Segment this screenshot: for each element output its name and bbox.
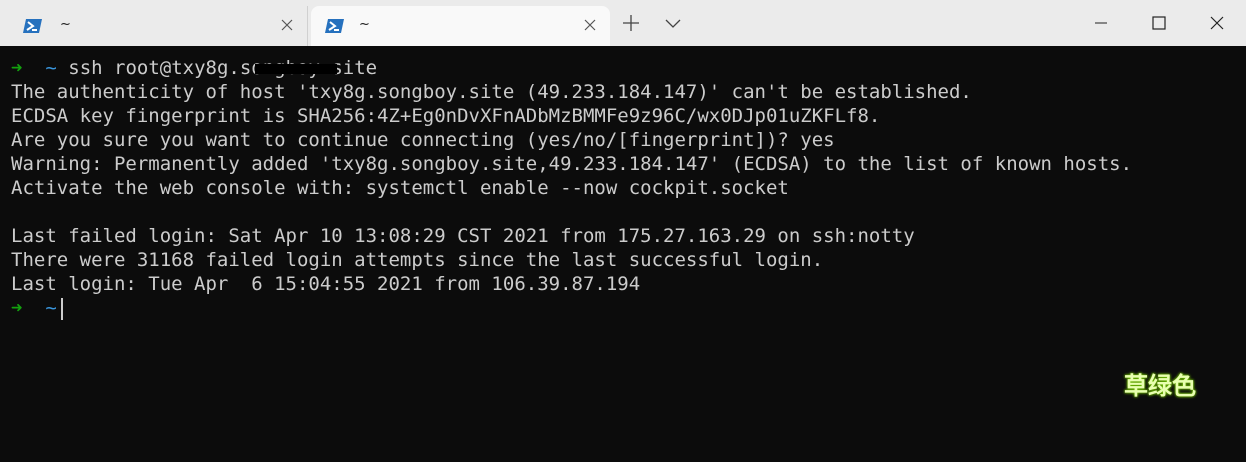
- output-line: ECDSA key fingerprint is SHA256:4Z+Eg0nD…: [11, 105, 881, 127]
- powershell-icon: [23, 19, 42, 33]
- close-tab-icon[interactable]: [582, 17, 598, 33]
- tab-2[interactable]: ~: [311, 6, 610, 46]
- prompt-dir: ~: [45, 297, 57, 319]
- output-line: Warning: Permanently added 'txy8g.songbo…: [11, 153, 1133, 175]
- output-line: The authenticity of host 'txy8g.songboy.…: [11, 81, 972, 103]
- close-tab-icon[interactable]: [279, 17, 295, 33]
- redaction-mark: [255, 64, 337, 74]
- tab-title: ~: [60, 17, 71, 32]
- output-line: Last failed login: Sat Apr 10 13:08:29 C…: [11, 225, 915, 247]
- terminal-area[interactable]: ➜ ~ ssh root@txy8g.songboy.site The auth…: [1, 46, 1245, 461]
- output-line: Are you sure you want to continue connec…: [11, 129, 835, 151]
- output-line: Last login: Tue Apr 6 15:04:55 2021 from…: [11, 273, 641, 295]
- text-cursor: [60, 297, 63, 320]
- prompt-arrow: ➜: [11, 57, 23, 79]
- output-line: Activate the web console with: systemctl…: [11, 177, 789, 199]
- tab-title: ~: [359, 17, 370, 32]
- terminal-output: ➜ ~ ssh root@txy8g.songboy.site The auth…: [11, 56, 1132, 320]
- minimize-icon: [1095, 22, 1107, 24]
- output-line: There were 31168 failed login attempts s…: [11, 249, 824, 271]
- powershell-icon: [325, 19, 344, 33]
- prompt-dir: ~: [45, 57, 57, 79]
- minimize-button[interactable]: [1072, 0, 1130, 46]
- tab-dropdown-button[interactable]: [660, 10, 686, 36]
- tab-1[interactable]: ~: [0, 6, 308, 46]
- terminal-window: ~ ~ ➜ ~ ssh root@txy8g.songboy.site The …: [0, 0, 1246, 462]
- close-button[interactable]: [1188, 0, 1246, 46]
- prompt-arrow: ➜: [11, 297, 23, 319]
- maximize-icon: [1152, 16, 1166, 30]
- close-icon: [1210, 16, 1224, 30]
- maximize-button[interactable]: [1130, 0, 1188, 46]
- command-line: ➜ ~ ssh root@txy8g.songboy.site: [11, 56, 1132, 80]
- watermark: 草绿色: [1124, 372, 1196, 400]
- title-bar: ~ ~: [0, 0, 1246, 46]
- new-tab-button[interactable]: [618, 10, 644, 36]
- prompt-line[interactable]: ➜ ~: [11, 296, 1132, 320]
